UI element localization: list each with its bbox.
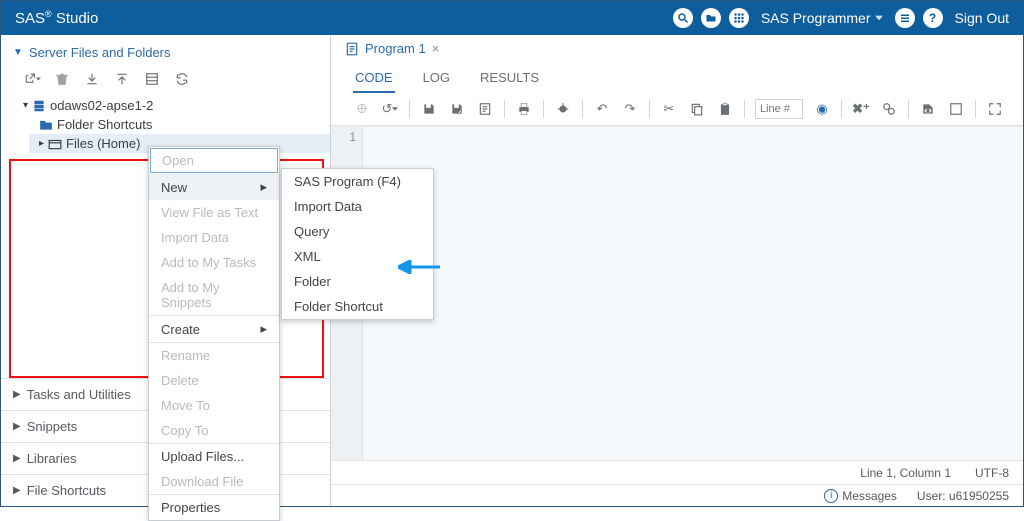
- delete-icon[interactable]: [53, 70, 71, 88]
- maximize-icon[interactable]: [986, 100, 1004, 118]
- ctx-create[interactable]: Create▸: [149, 316, 279, 342]
- copy-icon[interactable]: [688, 100, 706, 118]
- ctx-add-tasks: Add to My Tasks: [149, 250, 279, 275]
- goto-line-input[interactable]: [755, 99, 803, 119]
- submenu-arrow-icon: ▸: [260, 321, 267, 337]
- tab-program1[interactable]: Program 1 ×: [345, 41, 439, 56]
- undo-icon[interactable]: ↶: [593, 100, 611, 118]
- ctx-move-to: Move To: [149, 393, 279, 418]
- new-shortcut-icon[interactable]: [23, 70, 41, 88]
- top-banner: SAS® Studio SAS Programmer ? Sign Out: [1, 1, 1023, 35]
- save-icon[interactable]: [420, 100, 438, 118]
- annotation-arrow: [398, 260, 440, 272]
- code-area[interactable]: [363, 126, 1023, 460]
- properties-icon[interactable]: [143, 70, 161, 88]
- find-icon[interactable]: [880, 100, 898, 118]
- apps-icon[interactable]: [729, 8, 749, 28]
- editor-toolbar: 𐀏 ↺ ↶ ↷ ✂ ◉ ✖⁺: [331, 93, 1023, 126]
- subtab-log[interactable]: LOG: [421, 64, 452, 93]
- goto-icon[interactable]: ◉: [813, 100, 831, 118]
- cursor-position: Line 1, Column 1: [860, 466, 951, 480]
- panel-title: Server Files and Folders: [29, 45, 171, 60]
- ctx-import: Import Data: [149, 225, 279, 250]
- redo-icon[interactable]: ↷: [621, 100, 639, 118]
- tree-server-node[interactable]: ▾ odaws02-apse1-2: [23, 96, 330, 115]
- subtab-results[interactable]: RESULTS: [478, 64, 541, 93]
- messages-link[interactable]: iMessages: [824, 489, 897, 503]
- ctx-delete: Delete: [149, 368, 279, 393]
- ctx-download: Download File: [149, 469, 279, 494]
- ctx-rename: Rename: [149, 343, 279, 368]
- caret-right-icon: ▸: [39, 138, 44, 149]
- saveas-icon[interactable]: [448, 100, 466, 118]
- ctx-copy-to: Copy To: [149, 418, 279, 443]
- editor-status-bar: Line 1, Column 1 UTF-8: [331, 460, 1023, 484]
- editor-tabs: Program 1 ×: [331, 35, 1023, 56]
- panel-header-files[interactable]: ▼ Server Files and Folders: [1, 35, 330, 66]
- context-submenu-new: SAS Program (F4) Import Data Query XML F…: [281, 168, 434, 320]
- sidebar-toolbar: [1, 66, 330, 94]
- user-menu[interactable]: SAS Programmer: [761, 10, 883, 26]
- close-tab-icon[interactable]: ×: [432, 41, 440, 56]
- footer-bar: iMessages User: u61950255: [331, 484, 1023, 506]
- snippet-icon[interactable]: [919, 100, 937, 118]
- sign-out-link[interactable]: Sign Out: [955, 10, 1009, 26]
- program-summary-icon[interactable]: [476, 100, 494, 118]
- encoding: UTF-8: [975, 466, 1009, 480]
- print-icon[interactable]: [515, 100, 533, 118]
- ctx-properties[interactable]: Properties: [149, 495, 279, 520]
- help-icon[interactable]: ?: [923, 8, 943, 28]
- more-options-icon[interactable]: [895, 8, 915, 28]
- code-editor[interactable]: 1: [331, 126, 1023, 460]
- ctx-add-snippets: Add to My Snippets: [149, 275, 279, 315]
- search-icon[interactable]: [673, 8, 693, 28]
- editor-subtabs: CODE LOG RESULTS: [331, 56, 1023, 93]
- open-icon[interactable]: [701, 8, 721, 28]
- submenu-arrow-icon: ▸: [260, 179, 267, 195]
- sub-import-data[interactable]: Import Data: [282, 194, 433, 219]
- ctx-new[interactable]: New▸: [149, 174, 279, 200]
- debug-icon[interactable]: [554, 100, 572, 118]
- cut-icon[interactable]: ✂: [660, 100, 678, 118]
- subtab-code[interactable]: CODE: [353, 64, 395, 93]
- sub-sas-program[interactable]: SAS Program (F4): [282, 169, 433, 194]
- download-icon[interactable]: [83, 70, 101, 88]
- context-menu-file: Open New▸ View File as Text Import Data …: [148, 146, 280, 521]
- ctx-upload[interactable]: Upload Files...: [149, 444, 279, 469]
- app-title: SAS® Studio: [15, 9, 98, 27]
- caret-down-icon: ▾: [23, 100, 28, 111]
- sub-folder-shortcut[interactable]: Folder Shortcut: [282, 294, 433, 319]
- user-label: User: u61950255: [917, 489, 1009, 503]
- upload-icon[interactable]: [113, 70, 131, 88]
- tree-shortcuts-node[interactable]: Folder Shortcuts: [39, 115, 330, 134]
- format-icon[interactable]: [947, 100, 965, 118]
- run-icon[interactable]: 𐀏: [353, 100, 371, 118]
- ctx-open: Open: [150, 148, 278, 173]
- refresh-icon[interactable]: [173, 70, 191, 88]
- ctx-view-text: View File as Text: [149, 200, 279, 225]
- clear-code-icon[interactable]: ✖⁺: [852, 100, 870, 118]
- paste-icon[interactable]: [716, 100, 734, 118]
- caret-down-icon: ▼: [13, 47, 23, 58]
- info-icon: i: [824, 489, 838, 503]
- sub-query[interactable]: Query: [282, 219, 433, 244]
- history-icon[interactable]: ↺: [381, 100, 399, 118]
